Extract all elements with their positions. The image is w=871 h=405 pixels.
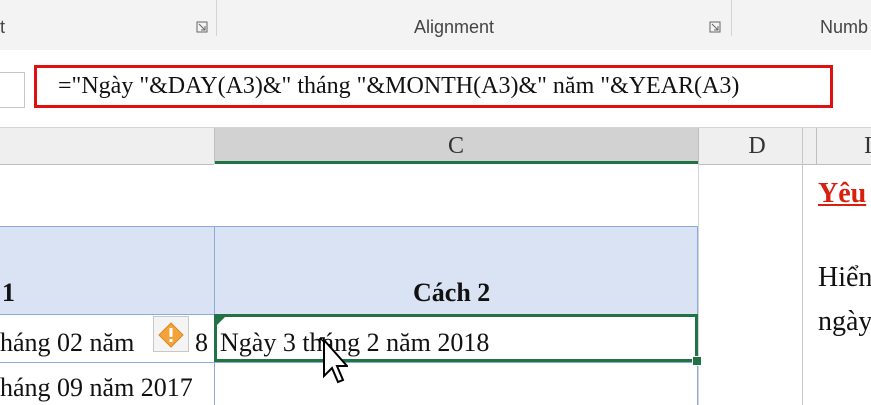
- column-header-d-label: D: [748, 133, 766, 159]
- warning-icon: [158, 322, 184, 348]
- formula-input[interactable]: ="Ngày "&DAY(A3)&" tháng "&MONTH(A3)&" n…: [58, 73, 739, 100]
- error-check-button[interactable]: [153, 316, 189, 352]
- error-indicator-triangle: [217, 317, 225, 325]
- cell-b4-text[interactable]: háng 09 năm 2017: [0, 373, 193, 403]
- table-header-cell-b[interactable]: [0, 226, 214, 314]
- table-border: [0, 226, 698, 227]
- move-cursor-icon: [318, 336, 350, 391]
- alignment-dialog-launcher-icon[interactable]: [709, 21, 721, 33]
- gridline: [698, 164, 699, 405]
- note-title: Yêu: [818, 178, 867, 209]
- column-header-c[interactable]: C: [214, 128, 698, 164]
- ribbon-group-label-font: t: [0, 17, 6, 37]
- cell-b3-text[interactable]: háng 02 năm: [0, 328, 134, 358]
- column-header-c-label: C: [447, 133, 464, 159]
- table-header-left-label: 1: [2, 278, 15, 307]
- pane-divider: [802, 128, 803, 405]
- cell-b3-text-tail: 8: [195, 328, 208, 357]
- note-line-2: ngày: [818, 306, 871, 337]
- column-header-e-label: I: [864, 133, 871, 159]
- name-box[interactable]: [0, 72, 25, 108]
- note-line-1: Hiển: [818, 262, 871, 293]
- fill-handle[interactable]: [692, 356, 702, 366]
- table-border: [0, 362, 698, 363]
- header-divider: [816, 128, 817, 164]
- active-cell-c3[interactable]: [214, 314, 698, 362]
- ribbon-group-label-number: Numb: [820, 17, 869, 37]
- header-divider: [698, 128, 699, 164]
- column-header-e[interactable]: I: [816, 128, 871, 165]
- ribbon-separator: [731, 0, 732, 36]
- ribbon-group-label-alignment: Alignment: [414, 17, 495, 37]
- font-dialog-launcher-icon[interactable]: [196, 21, 208, 33]
- column-header-b[interactable]: [0, 128, 214, 165]
- ribbon-separator: [216, 0, 217, 36]
- table-header-cach2-label: Cách 2: [413, 278, 491, 307]
- header-divider: [214, 128, 215, 164]
- column-header-d[interactable]: D: [698, 128, 816, 165]
